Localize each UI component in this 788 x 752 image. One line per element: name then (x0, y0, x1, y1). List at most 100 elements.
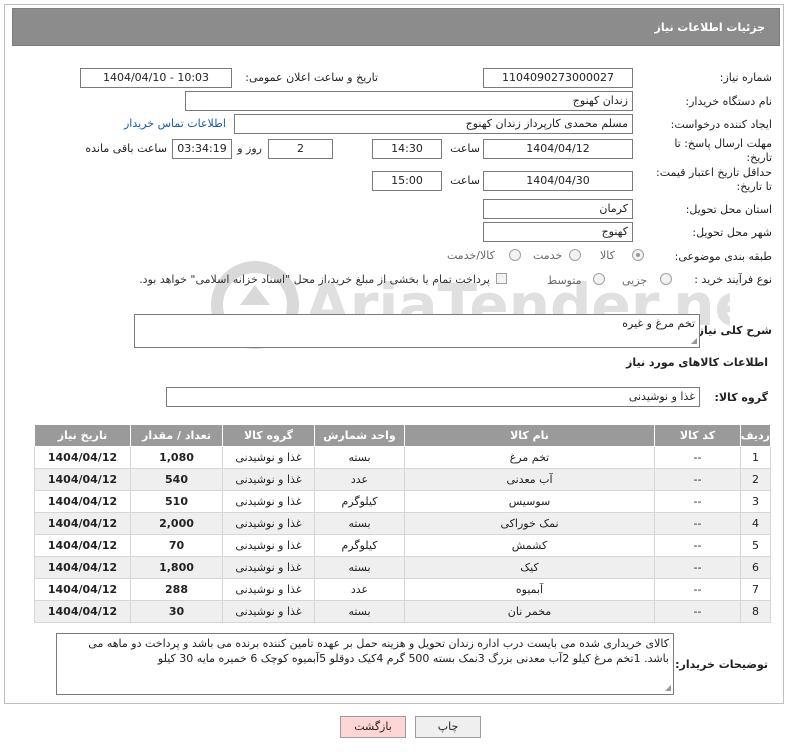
cell-date: 1404/04/12 (34, 534, 131, 557)
back-button[interactable]: بازگشت (340, 716, 406, 738)
cell-quantity: 1,800 (130, 556, 223, 579)
cell-code: -- (654, 556, 741, 579)
deadline-time-label: ساعت (450, 142, 480, 155)
table-row[interactable]: 4 -- نمک خوراکی بسته غذا و نوشیدنی 2,000… (34, 512, 771, 535)
cell-row-number: 1 (740, 446, 771, 469)
cell-date: 1404/04/12 (34, 446, 131, 469)
buyer-org-field[interactable]: زندان کهنوج (185, 91, 633, 111)
cell-name: آبمیوه (404, 578, 655, 601)
process-radio-medium[interactable] (593, 273, 605, 285)
cell-date: 1404/04/12 (34, 556, 131, 579)
cell-unit: بسته (314, 446, 405, 469)
cell-row-number: 7 (740, 578, 771, 601)
treasury-payment-checkbox[interactable] (496, 273, 507, 284)
validity-date-field[interactable]: 1404/04/30 (483, 171, 633, 191)
table-row[interactable]: 8 -- مخمر نان بسته غذا و نوشیدنی 30 1404… (34, 600, 771, 623)
table-row[interactable]: 7 -- آبمیوه عدد غذا و نوشیدنی 288 1404/0… (34, 578, 771, 601)
cell-name: کیک (404, 556, 655, 579)
deadline-date-field[interactable]: 1404/04/12 (483, 139, 633, 159)
description-textarea[interactable]: تخم مرغ و غیره ◢ (134, 314, 700, 348)
column-header-unit: واحد شمارش (314, 424, 405, 447)
process-type-label: نوع فرآیند خرید : (694, 273, 772, 286)
resize-grip-icon[interactable]: ◢ (663, 684, 671, 692)
cell-quantity: 510 (130, 490, 223, 513)
column-header-date: تاریخ نیاز (34, 424, 131, 447)
buyer-contact-link[interactable]: اطلاعات تماس خریدار (124, 117, 226, 130)
table-row[interactable]: 3 -- سوسیس کیلوگرم غذا و نوشیدنی 510 140… (34, 490, 771, 513)
validity-label-1: حداقل تاریخ اعتبار قیمت: (656, 166, 772, 179)
buyer-notes-text: کالای خریداری شده می بایست درب اداره زند… (88, 637, 669, 665)
cell-unit: کیلوگرم (314, 534, 405, 557)
cell-code: -- (654, 490, 741, 513)
goods-section-title: اطلاعات کالاهای مورد نیاز (626, 356, 768, 369)
cell-unit: کیلوگرم (314, 490, 405, 513)
creator-field[interactable]: مسلم محمدی کارپرداز زندان کهنوج (234, 114, 633, 134)
category-option-goods-service: کالا/خدمت (447, 249, 495, 262)
cell-row-number: 3 (740, 490, 771, 513)
column-header-row-number: ردیف (740, 424, 771, 447)
cell-code: -- (654, 446, 741, 469)
creator-label: ایجاد کننده درخواست: (670, 118, 772, 131)
cell-row-number: 5 (740, 534, 771, 557)
page-title: جزئیات اطلاعات نیاز (654, 21, 766, 34)
remaining-time-field[interactable]: 03:34:19 (172, 139, 232, 159)
cell-unit: بسته (314, 512, 405, 535)
cell-name: آب معدنی (404, 468, 655, 491)
need-number-label: شماره نیاز: (719, 71, 772, 84)
deadline-time-field[interactable]: 14:30 (372, 139, 442, 159)
column-header-group: گروه کالا (222, 424, 315, 447)
cell-group: غذا و نوشیدنی (222, 600, 315, 623)
cell-date: 1404/04/12 (34, 512, 131, 535)
cell-row-number: 2 (740, 468, 771, 491)
buyer-org-label: نام دستگاه خریدار: (685, 95, 772, 108)
need-number-field[interactable]: 1104090273000027 (483, 68, 633, 88)
cell-code: -- (654, 534, 741, 557)
validity-time-label: ساعت (450, 174, 480, 187)
cell-unit: بسته (314, 600, 405, 623)
description-label: شرح کلی نیاز: (693, 324, 772, 337)
cell-unit: عدد (314, 468, 405, 491)
announce-datetime-field[interactable]: 1404/04/10 - 10:03 (80, 68, 232, 88)
cell-code: -- (654, 468, 741, 491)
validity-time-field[interactable]: 15:00 (372, 171, 442, 191)
goods-group-field[interactable]: غذا و نوشیدنی (166, 387, 700, 407)
cell-date: 1404/04/12 (34, 578, 131, 601)
column-header-quantity: تعداد / مقدار (130, 424, 223, 447)
cell-group: غذا و نوشیدنی (222, 512, 315, 535)
goods-table-header: ردیف کد کالا نام کالا واحد شمارش گروه کا… (34, 424, 771, 447)
buyer-notes-label: توضیحات خریدار: (675, 658, 768, 671)
buyer-notes-textarea[interactable]: کالای خریداری شده می بایست درب اداره زند… (56, 633, 674, 695)
cell-name: سوسیس (404, 490, 655, 513)
table-row[interactable]: 5 -- کشمش کیلوگرم غذا و نوشیدنی 70 1404/… (34, 534, 771, 557)
days-remaining-field[interactable]: 2 (268, 139, 333, 159)
process-radio-minor[interactable] (660, 273, 672, 285)
category-option-service: خدمت (533, 249, 563, 262)
category-radio-goods-service[interactable] (509, 249, 521, 261)
cell-date: 1404/04/12 (34, 490, 131, 513)
cell-row-number: 6 (740, 556, 771, 579)
category-option-goods: کالا (600, 249, 615, 262)
category-radio-service[interactable] (569, 249, 581, 261)
resize-grip-icon[interactable]: ◢ (689, 337, 697, 345)
city-field[interactable]: کهنوج (483, 222, 633, 242)
table-row[interactable]: 2 -- آب معدنی عدد غذا و نوشیدنی 540 1404… (34, 468, 771, 491)
cell-quantity: 1,080 (130, 446, 223, 469)
process-option-medium: متوسط (547, 274, 582, 287)
cell-unit: عدد (314, 578, 405, 601)
cell-quantity: 288 (130, 578, 223, 601)
days-label: روز و (237, 142, 262, 155)
table-row[interactable]: 1 -- تخم مرغ بسته غذا و نوشیدنی 1,080 14… (34, 446, 771, 469)
cell-quantity: 70 (130, 534, 223, 557)
description-text: تخم مرغ و غیره (622, 317, 695, 330)
cell-name: نمک خوراکی (404, 512, 655, 535)
print-button[interactable]: چاپ (415, 716, 481, 738)
cell-name: مخمر نان (404, 600, 655, 623)
goods-table: ردیف کد کالا نام کالا واحد شمارش گروه کا… (34, 424, 771, 623)
province-field[interactable]: کرمان (483, 199, 633, 219)
table-row[interactable]: 6 -- کیک بسته غذا و نوشیدنی 1,800 1404/0… (34, 556, 771, 579)
cell-group: غذا و نوشیدنی (222, 446, 315, 469)
category-label: طبقه بندی موضوعی: (674, 250, 772, 263)
column-header-code: کد کالا (654, 424, 741, 447)
cell-unit: بسته (314, 556, 405, 579)
category-radio-goods[interactable] (632, 249, 644, 261)
